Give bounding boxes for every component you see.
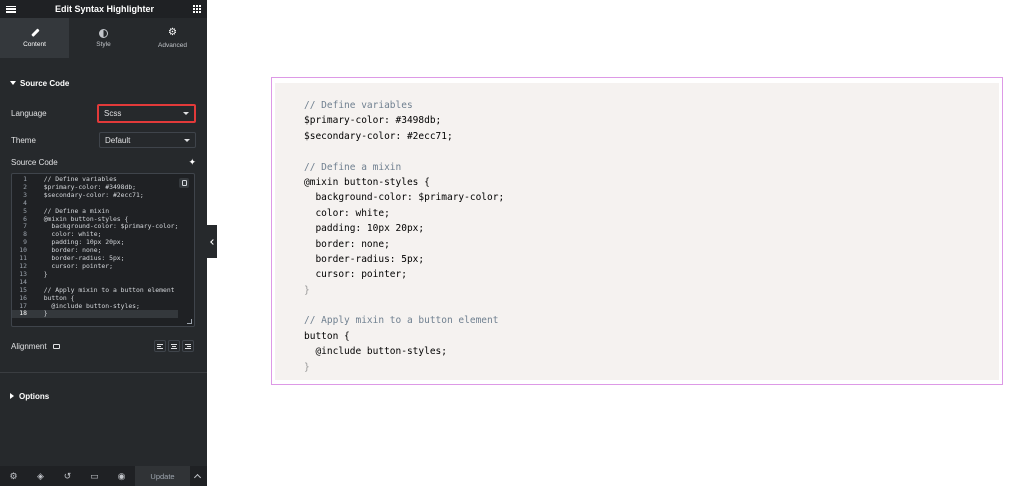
update-button[interactable]: Update (135, 466, 190, 486)
tab-label: Advanced (158, 42, 187, 49)
database-icon[interactable] (179, 178, 189, 188)
theme-label: Theme (11, 135, 36, 145)
history-icon[interactable]: ↺ (54, 466, 81, 486)
preview-code-line: $secondary-color: #2ecc71; (304, 130, 453, 142)
options-section-toggle[interactable]: Options (0, 390, 59, 402)
resize-handle[interactable] (187, 319, 192, 324)
menu-icon[interactable] (6, 5, 16, 13)
caret-down-icon (10, 81, 16, 85)
section-title: Source Code (20, 78, 70, 88)
widgets-grid-icon[interactable] (192, 5, 201, 13)
theme-control: Theme Default (0, 132, 207, 148)
preview-code-line: button { (304, 330, 350, 342)
syntax-highlighted-code: // Define variables $primary-color: #3498… (275, 83, 999, 380)
code-line: 18 } (12, 309, 179, 319)
panel-tabs: Content Style ⚙ Advanced (0, 18, 207, 58)
preview-code-line: color: white; (304, 207, 390, 219)
source-code-label: Source Code (11, 157, 58, 167)
code-line: 13 } (12, 269, 178, 279)
preview-code-line: background-color: $primary-color; (304, 192, 505, 204)
preview-code-line: @mixin button-styles { (304, 176, 430, 188)
desktop-icon[interactable] (52, 343, 60, 349)
theme-select[interactable]: Default (99, 132, 196, 148)
line-text: $secondary-color: #2ecc71; (36, 190, 144, 199)
layers-icon[interactable]: ◈ (27, 466, 54, 486)
gear-icon: ⚙ (168, 27, 177, 38)
tab-style[interactable]: Style (69, 18, 138, 58)
tab-label: Style (96, 40, 111, 48)
code-line: 3 $secondary-color: #2ecc71; (12, 190, 178, 200)
code-lines: 1 // Define variables 2 $primary-color: #… (12, 175, 179, 319)
pencil-icon (30, 28, 40, 38)
align-right-button[interactable] (182, 340, 194, 352)
alignment-buttons (154, 340, 194, 352)
language-value: Scss (104, 108, 122, 118)
line-text: } (36, 309, 48, 318)
preview-code-line: padding: 10px 20px; (304, 223, 425, 235)
language-control: Language Scss (0, 103, 207, 123)
bottom-bar: ⚙ ◈ ↺ ▭ ◉ Update (0, 466, 207, 486)
preview-code-line: } (304, 284, 310, 296)
editor-panel: Edit Syntax Highlighter Content Style ⚙ … (0, 0, 207, 486)
divider (0, 372, 207, 373)
chevron-down-icon (183, 111, 189, 115)
line-text: } (36, 269, 48, 278)
preview-code-line: $primary-color: #3498db; (304, 115, 442, 127)
alignment-label: Alignment (11, 341, 47, 351)
preview-code-line: // Apply mixin to a button element (304, 315, 499, 327)
line-number: 18 (19, 309, 27, 318)
preview-code-line: // Define variables (304, 100, 413, 111)
preview-eye-icon[interactable]: ◉ (108, 466, 135, 486)
responsive-icon[interactable]: ▭ (81, 466, 108, 486)
chevron-up-icon[interactable] (190, 466, 204, 486)
language-select[interactable]: Scss (97, 103, 196, 123)
preview-code-line: @include button-styles; (304, 346, 447, 358)
language-label: Language (11, 108, 47, 118)
panel-header: Edit Syntax Highlighter (0, 0, 207, 18)
caret-right-icon (10, 393, 14, 399)
source-code-editor[interactable]: 1 // Define variables 2 $primary-color: #… (11, 173, 195, 327)
panel-title: Edit Syntax Highlighter (54, 4, 154, 14)
chevron-down-icon (184, 138, 190, 142)
alignment-control: Alignment (0, 339, 207, 353)
ai-sparkle-icon[interactable]: ✦ (188, 157, 196, 168)
align-center-button[interactable] (168, 340, 180, 352)
preview-code-line: // Define a mixin (304, 161, 402, 173)
preview-code-line: } (304, 361, 310, 373)
tab-advanced[interactable]: ⚙ Advanced (138, 18, 207, 58)
theme-value: Default (105, 135, 131, 145)
settings-icon[interactable]: ⚙ (0, 466, 27, 486)
widget-preview-frame[interactable]: // Define variables $primary-color: #3498… (271, 77, 1003, 385)
tab-label: Content (23, 41, 46, 48)
section-title: Options (19, 391, 50, 401)
preview-code-line: border-radius: 5px; (304, 253, 425, 265)
source-code-label-row: Source Code ✦ (0, 156, 207, 168)
tab-content[interactable]: Content (0, 18, 69, 58)
collapse-panel-handle[interactable] (207, 225, 217, 258)
line-text: @include button-styles; (36, 301, 140, 310)
chevron-left-icon (210, 238, 216, 245)
align-left-button[interactable] (154, 340, 166, 352)
preview-code-line (304, 144, 999, 159)
source-code-section-toggle[interactable]: Source Code (0, 77, 79, 89)
preview-code-line: cursor: pointer; (304, 269, 407, 281)
preview-code-line: border: none; (304, 238, 390, 250)
preview-code-line (304, 298, 999, 313)
half-circle-icon (99, 28, 108, 38)
